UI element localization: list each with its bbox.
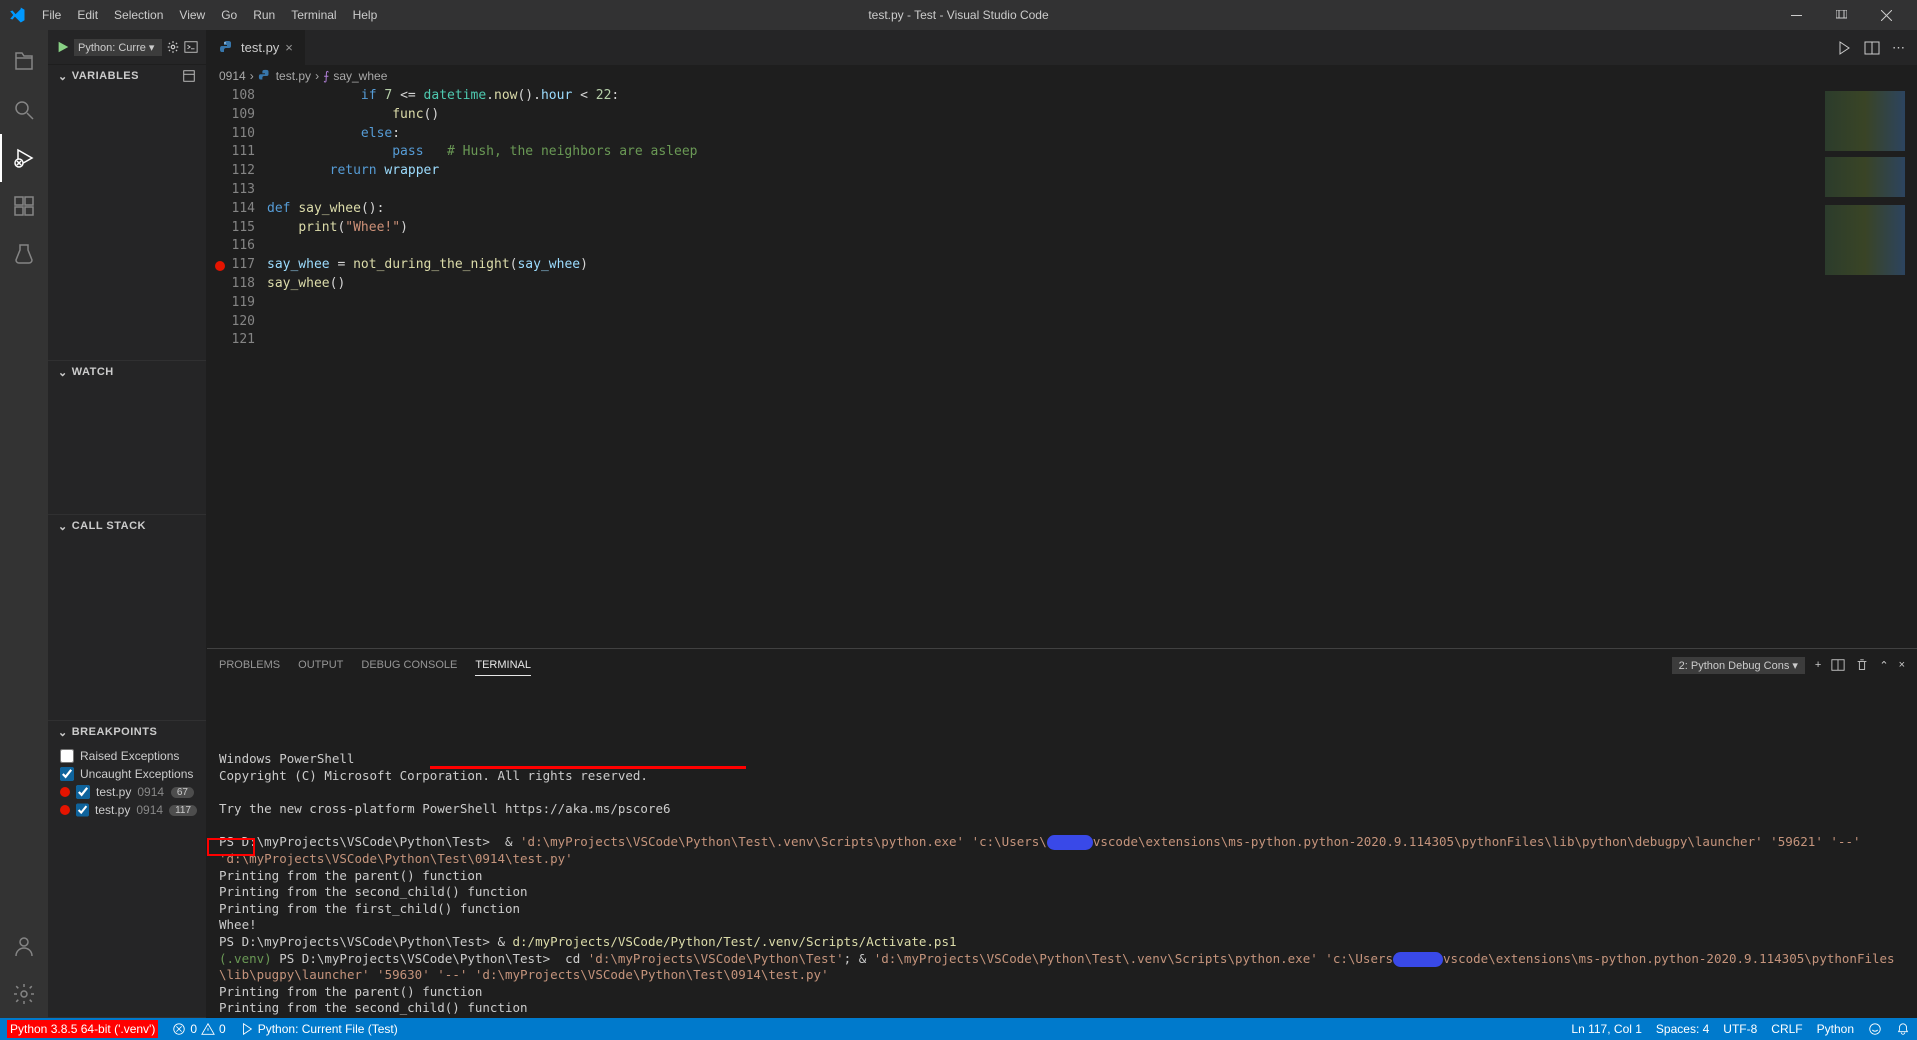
status-encoding[interactable]: UTF-8 — [1716, 1022, 1764, 1036]
gear-icon[interactable] — [166, 40, 180, 54]
function-icon: ⨍ — [323, 69, 329, 83]
activity-settings[interactable] — [0, 970, 48, 1018]
checkbox[interactable] — [76, 803, 89, 817]
tab-problems[interactable]: PROBLEMS — [219, 655, 280, 675]
terminal-output[interactable]: Windows PowerShellCopyright (C) Microsof… — [207, 681, 1917, 1018]
status-python-interpreter[interactable]: Python 3.8.5 64-bit ('.venv') — [0, 1018, 165, 1040]
run-file-button[interactable] — [1836, 40, 1852, 56]
close-tab-button[interactable]: × — [285, 40, 293, 55]
status-feedback[interactable] — [1861, 1022, 1889, 1036]
status-line-col[interactable]: Ln 117, Col 1 — [1564, 1022, 1649, 1036]
status-indentation[interactable]: Spaces: 4 — [1649, 1022, 1716, 1036]
new-terminal-button[interactable]: + — [1815, 659, 1821, 671]
window-controls — [1774, 0, 1909, 30]
debug-sidebar: Python: Curre ▾ ⌄ VARIABLES ⌄ WATCH ⌄ CA… — [48, 30, 207, 1018]
code-editor[interactable]: 1081091101111121131141151161171181191201… — [207, 87, 1917, 648]
activity-debug[interactable] — [0, 134, 48, 182]
status-eol[interactable]: CRLF — [1764, 1022, 1809, 1036]
chevron-down-icon: ⌄ — [58, 520, 68, 533]
activity-explorer[interactable] — [0, 38, 48, 86]
debug-config-select[interactable]: Python: Curre ▾ — [74, 39, 162, 56]
line-number-gutter: 1081091101111121131141151161171181191201… — [207, 87, 267, 648]
breakpoint-uncaught[interactable]: Uncaught Exceptions — [56, 765, 198, 783]
watch-panel: ⌄ WATCH — [48, 361, 206, 515]
menu-go[interactable]: Go — [213, 8, 245, 22]
debug-console-icon[interactable] — [184, 40, 198, 54]
tab-label: test.py — [241, 40, 279, 55]
callstack-panel: ⌄ CALL STACK — [48, 515, 206, 721]
python-file-icon — [258, 69, 272, 83]
status-language[interactable]: Python — [1810, 1022, 1861, 1036]
panel-tabs: PROBLEMS OUTPUT DEBUG CONSOLE TERMINAL 2… — [207, 649, 1917, 681]
title-bar: File Edit Selection View Go Run Terminal… — [0, 0, 1917, 30]
editor-area: test.py × ⋯ 0914 › test.py › ⨍ say_whee … — [207, 30, 1917, 1018]
python-file-icon — [219, 40, 235, 56]
main-menu: File Edit Selection View Go Run Terminal… — [34, 8, 385, 22]
menu-help[interactable]: Help — [345, 8, 386, 22]
menu-terminal[interactable]: Terminal — [283, 8, 344, 22]
chevron-down-icon: ⌄ — [58, 726, 68, 739]
checkbox[interactable] — [60, 749, 74, 763]
code-content[interactable]: if 7 <= datetime.now().hour < 22: func()… — [267, 87, 1821, 648]
close-panel-button[interactable]: × — [1899, 659, 1905, 671]
breakpoints-header[interactable]: ⌄ BREAKPOINTS — [48, 721, 206, 743]
minimize-button[interactable] — [1774, 0, 1819, 30]
status-notifications[interactable] — [1889, 1022, 1917, 1036]
tab-terminal[interactable]: TERMINAL — [475, 655, 531, 676]
breakpoint-raised[interactable]: Raised Exceptions — [56, 747, 198, 765]
tab-output[interactable]: OUTPUT — [298, 655, 343, 675]
menu-file[interactable]: File — [34, 8, 69, 22]
maximize-panel-button[interactable]: ⌃ — [1879, 659, 1888, 672]
breakpoint-dot-icon — [60, 787, 70, 797]
activity-search[interactable] — [0, 86, 48, 134]
tab-debug-console[interactable]: DEBUG CONSOLE — [361, 655, 457, 675]
split-terminal-button[interactable] — [1831, 658, 1845, 672]
watch-header[interactable]: ⌄ WATCH — [48, 361, 206, 383]
activity-account[interactable] — [0, 922, 48, 970]
minimap[interactable] — [1821, 87, 1917, 648]
editor-tab-testpy[interactable]: test.py × — [207, 30, 306, 65]
collapse-icon[interactable] — [182, 69, 196, 83]
activity-bar — [0, 30, 48, 1018]
menu-edit[interactable]: Edit — [69, 8, 106, 22]
start-debug-button[interactable] — [56, 40, 70, 54]
chevron-down-icon: ⌄ — [58, 70, 68, 83]
editor-tabs: test.py × ⋯ — [207, 30, 1917, 65]
kill-terminal-button[interactable] — [1855, 658, 1869, 672]
variables-panel: ⌄ VARIABLES — [48, 65, 206, 361]
more-actions-button[interactable]: ⋯ — [1892, 40, 1905, 56]
breadcrumb[interactable]: 0914 › test.py › ⨍ say_whee — [207, 65, 1917, 87]
menu-run[interactable]: Run — [245, 8, 283, 22]
terminal-select[interactable]: 2: Python Debug Cons ▾ — [1672, 657, 1805, 674]
status-debug-config[interactable]: Python: Current File (Test) — [233, 1018, 405, 1040]
breakpoint-dot-icon — [60, 805, 70, 815]
close-button[interactable] — [1864, 0, 1909, 30]
status-problems[interactable]: 0 0 — [165, 1018, 232, 1040]
bottom-panel: PROBLEMS OUTPUT DEBUG CONSOLE TERMINAL 2… — [207, 648, 1917, 1018]
status-bar: Python 3.8.5 64-bit ('.venv') 0 0 Python… — [0, 1018, 1917, 1040]
activity-extensions[interactable] — [0, 182, 48, 230]
chevron-down-icon: ⌄ — [58, 366, 68, 379]
split-editor-button[interactable] — [1864, 40, 1880, 56]
breakpoint-file-row[interactable]: test.py 0914 117 — [56, 801, 198, 819]
checkbox[interactable] — [60, 767, 74, 781]
menu-view[interactable]: View — [171, 8, 213, 22]
menu-selection[interactable]: Selection — [106, 8, 171, 22]
window-title: test.py - Test - Visual Studio Code — [868, 8, 1048, 22]
callstack-header[interactable]: ⌄ CALL STACK — [48, 515, 206, 537]
maximize-button[interactable] — [1819, 0, 1864, 30]
vscode-logo-icon — [8, 6, 26, 24]
activity-testing[interactable] — [0, 230, 48, 278]
breakpoints-panel: ⌄ BREAKPOINTS Raised Exceptions Uncaught… — [48, 721, 206, 1018]
checkbox[interactable] — [76, 785, 90, 799]
variables-header[interactable]: ⌄ VARIABLES — [48, 65, 206, 87]
debug-toolbar: Python: Curre ▾ — [48, 30, 206, 65]
breakpoint-file-row[interactable]: test.py 0914 67 — [56, 783, 198, 801]
